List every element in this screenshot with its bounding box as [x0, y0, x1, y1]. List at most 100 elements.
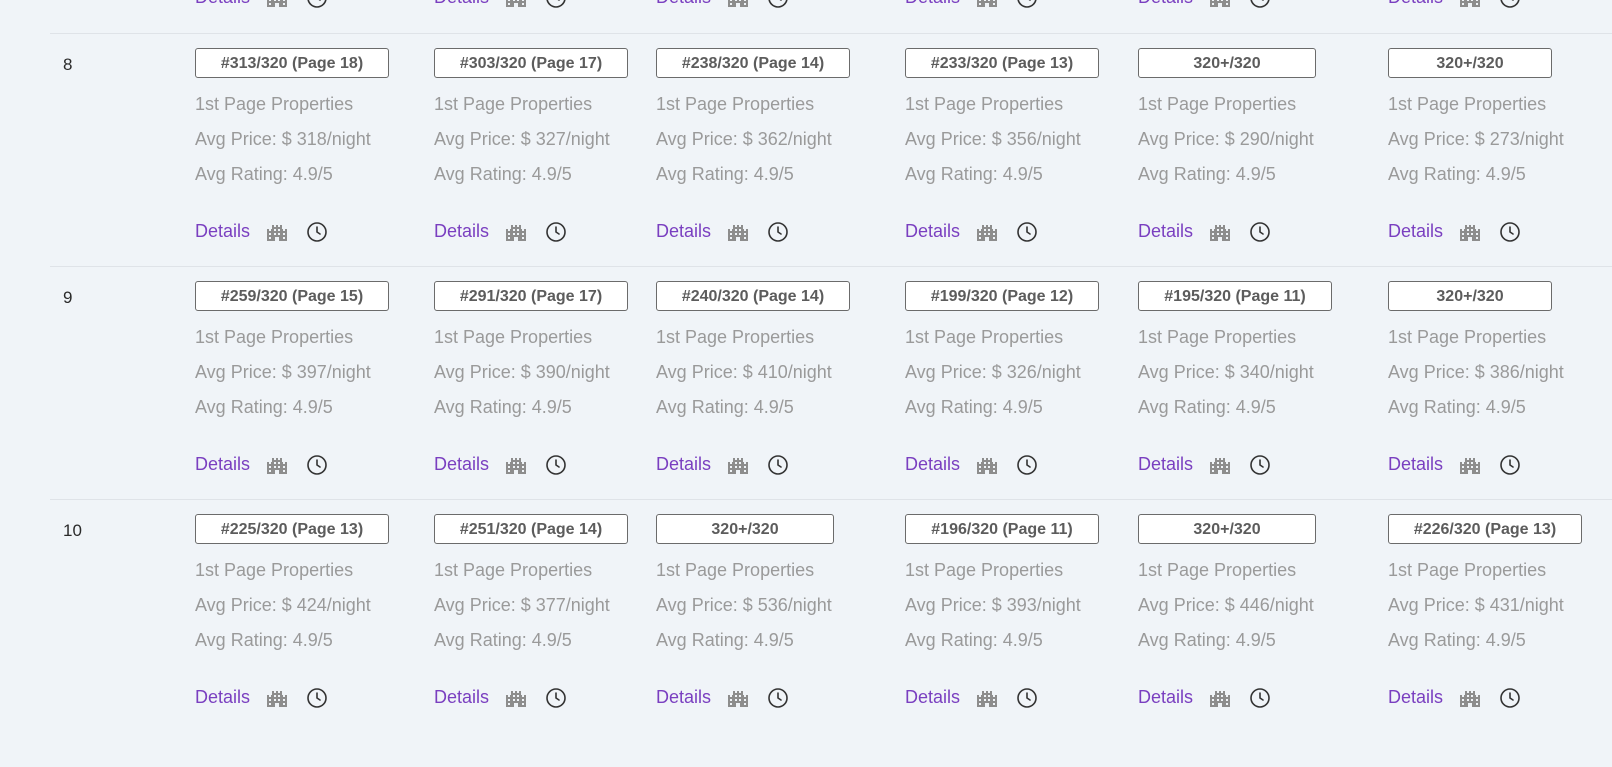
building-icon[interactable]	[265, 453, 289, 477]
rank-badge: 320+/320	[1388, 281, 1552, 311]
details-link[interactable]: Details	[1388, 221, 1443, 242]
building-icon[interactable]	[726, 686, 750, 710]
first-page-label: 1st Page Properties	[905, 560, 1064, 580]
avg-price: Avg Price: $ 273/night	[1388, 129, 1564, 149]
cell-actions: Details	[1138, 220, 1358, 246]
rankings-table: Details Details Details Details	[0, 0, 1612, 767]
details-link[interactable]: Details	[434, 221, 489, 242]
building-icon[interactable]	[726, 453, 750, 477]
rank-badge: #196/320 (Page 11)	[905, 514, 1099, 544]
building-icon[interactable]	[1208, 686, 1232, 710]
history-icon[interactable]	[766, 0, 790, 10]
building-icon[interactable]	[1208, 0, 1232, 10]
history-icon[interactable]	[1248, 0, 1272, 10]
grid-cell: #196/320 (Page 11) 1st Page Properties A…	[905, 514, 1125, 724]
building-icon[interactable]	[726, 0, 750, 10]
history-icon[interactable]	[1248, 686, 1272, 710]
building-icon[interactable]	[1458, 686, 1482, 710]
history-icon[interactable]	[766, 453, 790, 477]
history-icon[interactable]	[766, 686, 790, 710]
building-icon[interactable]	[1208, 453, 1232, 477]
details-link[interactable]: Details	[656, 687, 711, 708]
building-icon[interactable]	[504, 453, 528, 477]
building-icon[interactable]	[1458, 220, 1482, 244]
details-link[interactable]: Details	[905, 221, 960, 242]
first-page-label: 1st Page Properties	[905, 94, 1064, 114]
details-link[interactable]: Details	[195, 687, 250, 708]
row-number: 8	[63, 55, 73, 74]
first-page-label: 1st Page Properties	[656, 94, 815, 114]
cell-actions: Details	[656, 686, 876, 712]
history-icon[interactable]	[305, 220, 329, 244]
details-link[interactable]: Details	[434, 454, 489, 475]
history-icon[interactable]	[1015, 220, 1039, 244]
details-link[interactable]: Details	[1388, 0, 1443, 8]
details-link[interactable]: Details	[905, 0, 960, 8]
details-link[interactable]: Details	[656, 454, 711, 475]
grid-cell: #291/320 (Page 17) 1st Page Properties A…	[434, 281, 654, 491]
details-link[interactable]: Details	[1388, 454, 1443, 475]
history-icon[interactable]	[305, 686, 329, 710]
table-row: 9 #259/320 (Page 15) 1st Page Properties…	[0, 267, 1612, 499]
details-link[interactable]: Details	[1138, 454, 1193, 475]
first-page-label: 1st Page Properties	[434, 560, 593, 580]
history-icon[interactable]	[544, 686, 568, 710]
building-icon[interactable]	[265, 686, 289, 710]
building-icon[interactable]	[265, 0, 289, 10]
details-link[interactable]: Details	[1138, 687, 1193, 708]
first-page-label: 1st Page Properties	[1388, 327, 1547, 347]
details-link[interactable]: Details	[1138, 0, 1193, 8]
cell-actions: Details	[434, 0, 654, 12]
history-icon[interactable]	[1498, 220, 1522, 244]
building-icon[interactable]	[1458, 453, 1482, 477]
rank-badge: #313/320 (Page 18)	[195, 48, 389, 78]
building-icon[interactable]	[975, 686, 999, 710]
details-link[interactable]: Details	[195, 221, 250, 242]
cell-actions: Details	[1388, 0, 1608, 12]
details-link[interactable]: Details	[195, 454, 250, 475]
details-link[interactable]: Details	[434, 687, 489, 708]
history-icon[interactable]	[305, 0, 329, 10]
history-icon[interactable]	[1015, 453, 1039, 477]
grid-cell: 320+/320 1st Page Properties Avg Price: …	[1388, 48, 1608, 258]
building-icon[interactable]	[504, 220, 528, 244]
history-icon[interactable]	[1498, 0, 1522, 10]
history-icon[interactable]	[305, 453, 329, 477]
details-link[interactable]: Details	[195, 0, 250, 8]
details-link[interactable]: Details	[905, 454, 960, 475]
details-link[interactable]: Details	[656, 221, 711, 242]
history-icon[interactable]	[544, 453, 568, 477]
cell-actions: Details	[1388, 220, 1608, 246]
building-icon[interactable]	[1208, 220, 1232, 244]
history-icon[interactable]	[544, 0, 568, 10]
grid-cell: #313/320 (Page 18) 1st Page Properties A…	[195, 48, 415, 258]
grid-cell: #240/320 (Page 14) 1st Page Properties A…	[656, 281, 876, 491]
rank-badge: 320+/320	[1138, 514, 1316, 544]
history-icon[interactable]	[1015, 686, 1039, 710]
building-icon[interactable]	[504, 686, 528, 710]
avg-price: Avg Price: $ 327/night	[434, 129, 610, 149]
history-icon[interactable]	[766, 220, 790, 244]
details-link[interactable]: Details	[434, 0, 489, 8]
building-icon[interactable]	[975, 220, 999, 244]
building-icon[interactable]	[975, 0, 999, 10]
history-icon[interactable]	[1248, 453, 1272, 477]
rank-badge: #251/320 (Page 14)	[434, 514, 628, 544]
history-icon[interactable]	[1015, 0, 1039, 10]
details-link[interactable]: Details	[1138, 221, 1193, 242]
first-page-label: 1st Page Properties	[1138, 327, 1297, 347]
building-icon[interactable]	[504, 0, 528, 10]
rank-badge: 320+/320	[1138, 48, 1316, 78]
details-link[interactable]: Details	[656, 0, 711, 8]
history-icon[interactable]	[544, 220, 568, 244]
details-link[interactable]: Details	[1388, 687, 1443, 708]
details-link[interactable]: Details	[905, 687, 960, 708]
building-icon[interactable]	[1458, 0, 1482, 10]
building-icon[interactable]	[265, 220, 289, 244]
history-icon[interactable]	[1498, 453, 1522, 477]
building-icon[interactable]	[975, 453, 999, 477]
building-icon[interactable]	[726, 220, 750, 244]
history-icon[interactable]	[1248, 220, 1272, 244]
history-icon[interactable]	[1498, 686, 1522, 710]
rank-badge: #303/320 (Page 17)	[434, 48, 628, 78]
